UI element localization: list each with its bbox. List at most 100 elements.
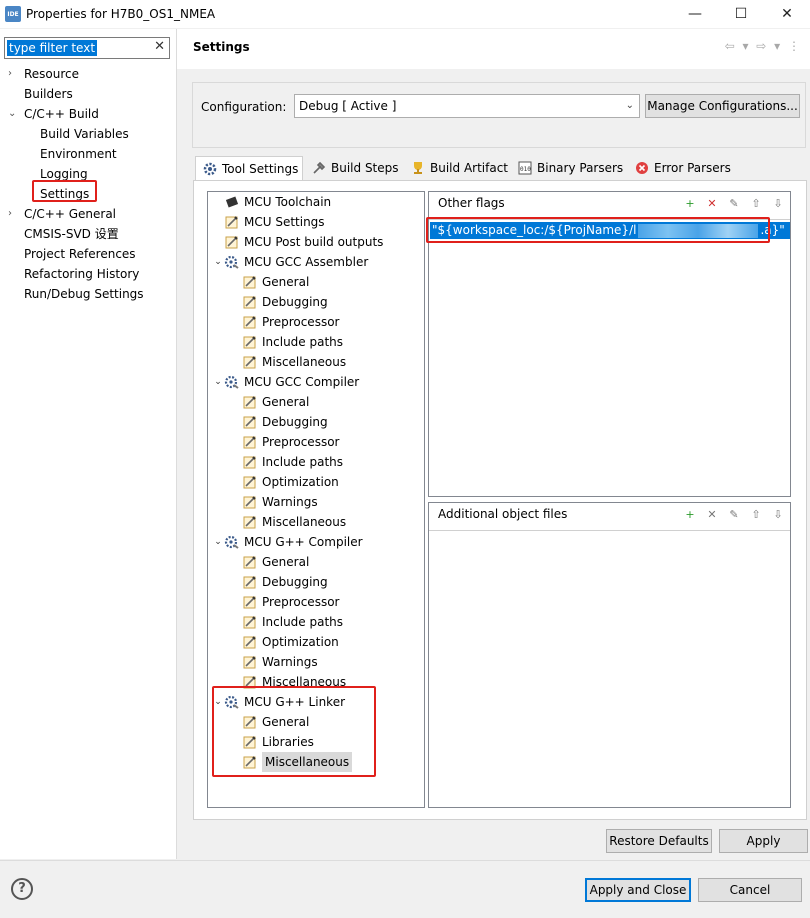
- tree-item[interactable]: Debugging: [242, 292, 328, 312]
- svg-text:010: 010: [520, 166, 531, 173]
- restore-defaults-button[interactable]: Restore Defaults: [606, 829, 712, 853]
- tree-item[interactable]: Include paths: [242, 452, 343, 472]
- tab-build-artifact[interactable]: Build Artifact: [404, 156, 512, 180]
- nav-item-resource[interactable]: Resource: [24, 64, 79, 84]
- nav-item-settings[interactable]: Settings: [40, 184, 89, 204]
- tree-item[interactable]: ⌄ MCU G++ Compiler: [212, 532, 362, 552]
- tree-item-label: Debugging: [262, 295, 328, 309]
- tree-item[interactable]: ⌄ MCU G++ Linker: [212, 692, 345, 712]
- edit-icon[interactable]: ✎: [726, 195, 742, 211]
- nav-item-project-references[interactable]: Project References: [24, 244, 136, 264]
- build-steps-icon: [311, 160, 327, 176]
- window-title: Properties for H7B0_OS1_NMEA: [26, 7, 216, 21]
- chevron-down-icon[interactable]: ⌄: [212, 252, 224, 272]
- tree-item[interactable]: Preprocessor: [242, 592, 339, 612]
- tree-item[interactable]: Warnings: [242, 652, 318, 672]
- history-nav-icons[interactable]: ⇦ ▾ ⇨ ▾ ⋮: [725, 39, 802, 53]
- tree-item[interactable]: ⌄ MCU GCC Assembler: [212, 252, 368, 272]
- tab-label: Binary Parsers: [537, 161, 624, 175]
- chevron-down-icon[interactable]: ⌄: [212, 692, 224, 712]
- other-flags-body[interactable]: "${workspace_loc:/${ProjName}/l .a}": [429, 219, 790, 496]
- apply-button[interactable]: Apply: [719, 829, 808, 853]
- tree-item[interactable]: Miscellaneous: [242, 512, 346, 532]
- tree-item[interactable]: Preprocessor: [242, 432, 339, 452]
- tree-item-label: Debugging: [262, 575, 328, 589]
- tab-tool-settings[interactable]: Tool Settings: [195, 156, 303, 181]
- tree-item-label: Preprocessor: [262, 595, 340, 609]
- nav-item-cmsis-svd[interactable]: CMSIS-SVD 设置: [24, 224, 119, 244]
- apply-and-close-button[interactable]: Apply and Close: [585, 878, 691, 902]
- tree-item[interactable]: MCU Post build outputs: [212, 232, 383, 252]
- chip-icon: [224, 194, 240, 210]
- nav-item-builders[interactable]: Builders: [24, 84, 73, 104]
- nav-item-run-debug-settings[interactable]: Run/Debug Settings: [24, 284, 144, 304]
- tree-item[interactable]: Include paths: [242, 332, 343, 352]
- other-flags-header: Other flags + ✕ ✎ ⇧ ⇩: [429, 192, 790, 214]
- tree-item[interactable]: Optimization: [242, 632, 339, 652]
- help-icon[interactable]: ?: [11, 878, 33, 900]
- expand-arrow-icon[interactable]: ⌄: [8, 104, 18, 124]
- nav-item-build-variables[interactable]: Build Variables: [40, 124, 129, 144]
- panel-divider[interactable]: [176, 29, 177, 859]
- chevron-down-icon[interactable]: ⌄: [212, 532, 224, 552]
- nav-item-environment[interactable]: Environment: [40, 144, 117, 164]
- tab-binary-parsers[interactable]: 010 Binary Parsers: [511, 156, 629, 180]
- close-button[interactable]: ✕: [764, 0, 810, 28]
- tree-item[interactable]: Miscellaneous: [242, 752, 353, 772]
- additional-objects-body[interactable]: [429, 530, 790, 807]
- delete-icon[interactable]: ✕: [704, 506, 720, 522]
- add-icon[interactable]: +: [682, 195, 698, 211]
- tree-item[interactable]: Debugging: [242, 572, 328, 592]
- maximize-button[interactable]: ☐: [718, 0, 764, 28]
- move-up-icon[interactable]: ⇧: [748, 506, 764, 522]
- expand-arrow-icon[interactable]: ›: [8, 204, 18, 224]
- delete-icon[interactable]: ✕: [704, 195, 720, 211]
- tree-item[interactable]: Warnings: [242, 492, 318, 512]
- move-up-icon[interactable]: ⇧: [748, 195, 764, 211]
- additional-objects-header: Additional object files + ✕ ✎ ⇧ ⇩: [429, 503, 790, 525]
- tool-settings-tree[interactable]: MCU Toolchain MCU Settings MCU Post build …: [207, 191, 425, 808]
- nav-item-refactoring-history[interactable]: Refactoring History: [24, 264, 139, 284]
- move-down-icon[interactable]: ⇩: [770, 195, 786, 211]
- tree-item[interactable]: Miscellaneous: [242, 672, 346, 692]
- tree-item-label: Preprocessor: [262, 435, 340, 449]
- tree-item[interactable]: MCU Settings: [212, 212, 325, 232]
- list-item[interactable]: "${workspace_loc:/${ProjName}/l .a}": [430, 222, 790, 239]
- edit-icon[interactable]: ✎: [726, 506, 742, 522]
- expand-arrow-icon[interactable]: ›: [8, 64, 18, 84]
- tree-item[interactable]: Include paths: [242, 612, 343, 632]
- tree-item-label: General: [262, 555, 310, 569]
- tab-label: Tool Settings: [222, 162, 299, 176]
- tree-item[interactable]: MCU Toolchain: [212, 192, 331, 212]
- minimize-button[interactable]: —: [672, 0, 718, 28]
- nav-item-logging[interactable]: Logging: [40, 164, 88, 184]
- manage-configurations-button[interactable]: Manage Configurations...: [645, 94, 800, 118]
- tree-item[interactable]: Libraries: [242, 732, 314, 752]
- option-page-icon: [242, 754, 258, 770]
- tree-item[interactable]: General: [242, 272, 309, 292]
- tree-item[interactable]: General: [242, 392, 309, 412]
- configuration-select[interactable]: Debug [ Active ] ⌄: [294, 94, 640, 118]
- tree-item[interactable]: Optimization: [242, 472, 339, 492]
- configuration-value: Debug [ Active ]: [299, 99, 397, 113]
- filter-input[interactable]: type filter text ✕: [4, 37, 170, 59]
- tree-item[interactable]: Debugging: [242, 412, 328, 432]
- tree-item-label: Include paths: [262, 615, 344, 629]
- tab-build-steps[interactable]: Build Steps: [305, 156, 405, 180]
- move-down-icon[interactable]: ⇩: [770, 506, 786, 522]
- clear-filter-icon[interactable]: ✕: [154, 39, 165, 54]
- option-page-icon: [242, 614, 258, 630]
- page-title: Settings: [193, 40, 250, 54]
- chevron-down-icon[interactable]: ⌄: [212, 372, 224, 392]
- option-page-icon: [242, 654, 258, 670]
- tree-item[interactable]: General: [242, 712, 309, 732]
- tree-item[interactable]: Preprocessor: [242, 312, 339, 332]
- cancel-button[interactable]: Cancel: [698, 878, 802, 902]
- tree-item[interactable]: Miscellaneous: [242, 352, 346, 372]
- add-icon[interactable]: +: [682, 506, 698, 522]
- tree-item[interactable]: ⌄ MCU GCC Compiler: [212, 372, 359, 392]
- nav-item-c-c-general[interactable]: C/C++ General: [24, 204, 116, 224]
- tree-item[interactable]: General: [242, 552, 309, 572]
- nav-item-c-c-build[interactable]: C/C++ Build: [24, 104, 99, 124]
- tab-error-parsers[interactable]: Error Parsers: [628, 156, 740, 180]
